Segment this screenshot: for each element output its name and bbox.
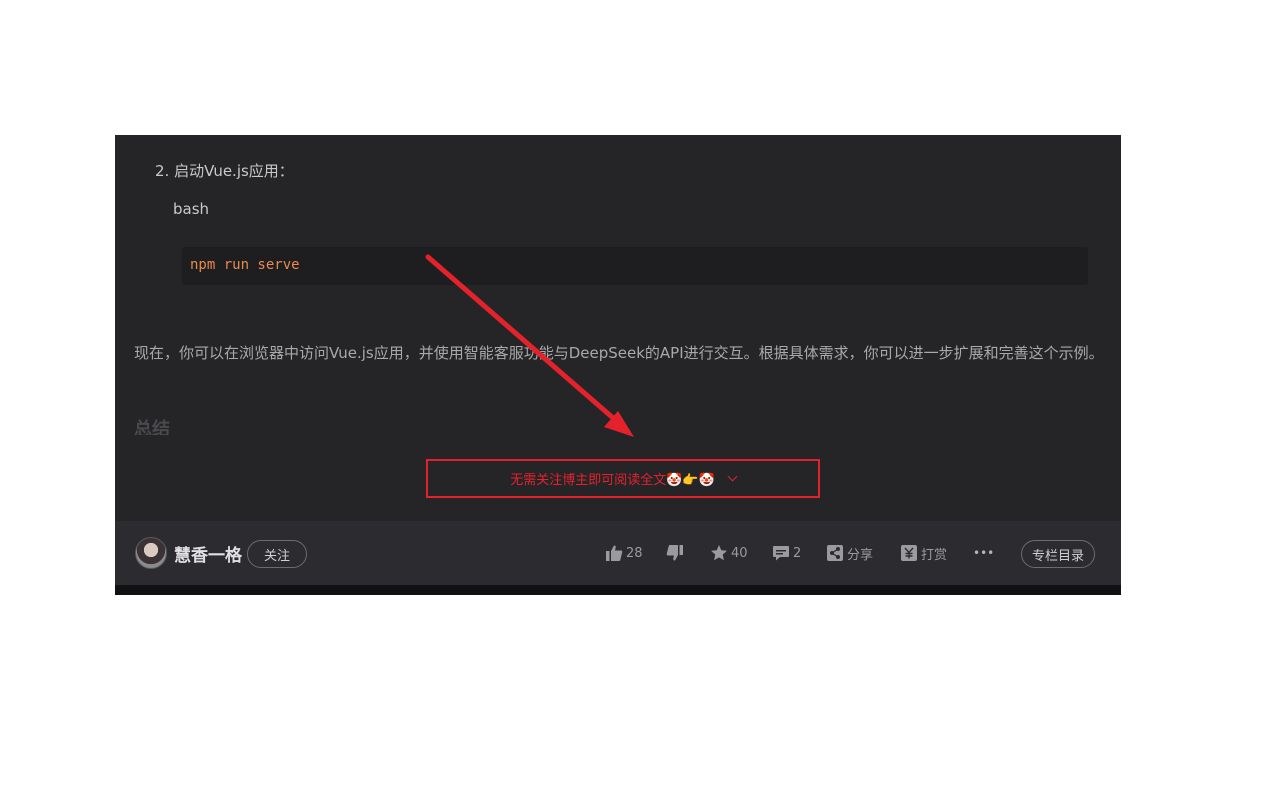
column-directory-button[interactable]: 专栏目录: [1021, 540, 1095, 568]
article-panel: 2. 启动Vue.js应用： bash npm run serve 现在，你可以…: [115, 135, 1121, 595]
favorite-count: 40: [731, 545, 748, 561]
code-block[interactable]: npm run serve: [182, 247, 1088, 285]
bottom-strip: [115, 585, 1121, 595]
share-button[interactable]: 分享: [826, 543, 873, 563]
star-icon: [711, 545, 727, 561]
reward-button[interactable]: 打赏: [900, 543, 947, 563]
author-name[interactable]: 慧香一格: [174, 541, 242, 566]
code-text: npm run serve: [190, 257, 300, 273]
step-label: 2. 启动Vue.js应用：: [155, 162, 294, 180]
follow-button[interactable]: 关注: [247, 540, 307, 568]
comment-count: 2: [793, 545, 802, 561]
share-label: 分享: [847, 547, 874, 563]
reward-icon: [901, 545, 917, 561]
like-button[interactable]: 28: [605, 543, 643, 563]
read-more-label: 无需关注博主即可阅读全文🤡👉🤡: [510, 473, 715, 488]
thumbs-up-icon: [606, 545, 623, 561]
reward-label: 打赏: [921, 547, 948, 563]
more-button[interactable]: •••: [973, 543, 994, 563]
article-paragraph: 现在，你可以在浏览器中访问Vue.js应用，并使用智能客服功能与DeepSeek…: [134, 344, 1104, 362]
comment-button[interactable]: 2: [772, 543, 801, 563]
like-count: 28: [626, 545, 643, 561]
thumbs-down-icon: [666, 545, 683, 561]
article-action-bar: 慧香一格 关注 28 40 2 分享 打赏 ••• 专栏目录: [115, 521, 1121, 585]
share-icon: [827, 545, 843, 561]
code-language-label: bash: [173, 200, 210, 218]
avatar[interactable]: [135, 537, 167, 569]
comment-icon: [773, 546, 789, 561]
favorite-button[interactable]: 40: [710, 543, 748, 563]
more-icon: •••: [973, 546, 995, 560]
dislike-button[interactable]: [666, 543, 684, 563]
chevron-down-icon: [727, 471, 738, 482]
read-full-article-button[interactable]: 无需关注博主即可阅读全文🤡👉🤡: [426, 459, 820, 498]
